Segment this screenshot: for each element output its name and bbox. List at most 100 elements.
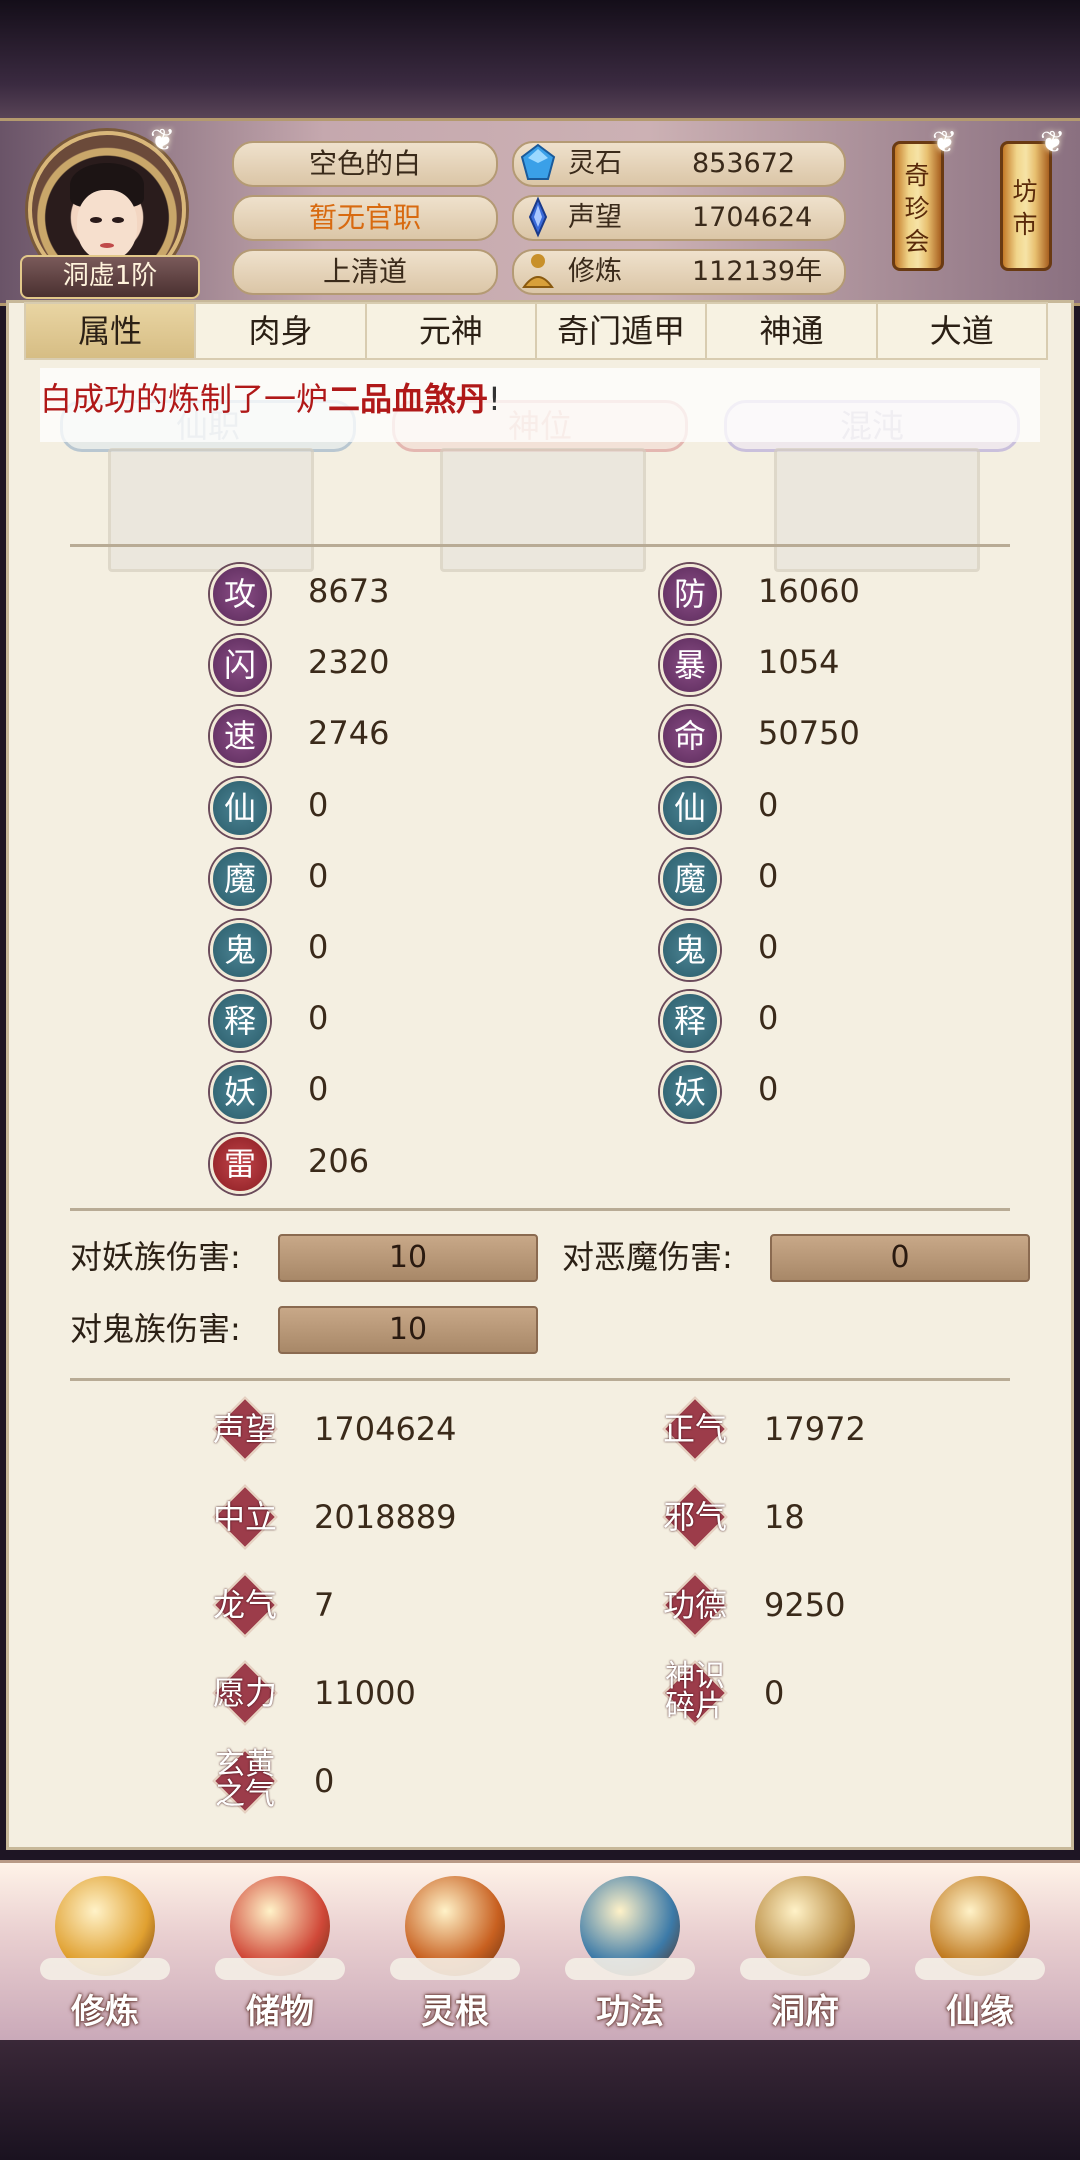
nav-label: 仙缘 xyxy=(946,1992,1014,2032)
bottom-decor-band xyxy=(0,2040,1080,2160)
nav-gourd[interactable]: 仙缘 xyxy=(905,1870,1055,2040)
tab-bar: 属性 肉身 元神 奇门遁甲 神通 大道 xyxy=(24,302,1048,360)
nav-cave-mansion[interactable]: 洞府 xyxy=(730,1870,880,2040)
reputation-resource: 声望 1704624 xyxy=(512,195,846,241)
butterfly-icon: ❦ xyxy=(932,125,958,160)
tab-great-dao[interactable]: 大道 xyxy=(878,304,1046,358)
tab-qimen-dunjia[interactable]: 奇门遁甲 xyxy=(537,304,708,358)
morality-value: 2018889 xyxy=(314,1498,457,1536)
damage-label: 对鬼族伤害: xyxy=(70,1310,241,1348)
stat-badge-right[interactable]: 妖 xyxy=(660,1062,720,1123)
cloud-decor xyxy=(915,1958,1045,1980)
nav-storage-bag[interactable]: 储物 xyxy=(205,1870,355,2040)
sect-name: 上清道 xyxy=(232,249,498,295)
stat-value: 0 xyxy=(308,1070,329,1109)
stat-value: 2320 xyxy=(308,643,390,682)
morality-badge[interactable]: 愿力 xyxy=(212,1660,278,1726)
tab-divine-powers[interactable]: 神通 xyxy=(707,304,878,358)
market-button[interactable]: 坊市 xyxy=(1000,141,1052,271)
morality-label: 中立 xyxy=(212,1498,277,1536)
stat-badge-left[interactable]: 雷 xyxy=(210,1133,270,1194)
stat-badge-left[interactable]: 妖 xyxy=(210,1062,270,1123)
stat-badge-right[interactable]: 防 xyxy=(660,564,720,624)
lantern-label: 坊市 xyxy=(1009,178,1038,244)
player-header: ❦ 洞虚1阶 空色的白 暂无官职 上清道 灵石 853672 声望 170462… xyxy=(0,118,1080,306)
morality-label: 龙气 xyxy=(212,1586,277,1624)
stat-value: 206 xyxy=(308,1141,370,1180)
morality-value: 17972 xyxy=(764,1410,866,1448)
tab-body[interactable]: 肉身 xyxy=(196,304,367,358)
butterfly-icon: ❦ xyxy=(150,123,176,158)
nav-scripture-book[interactable]: 功法 xyxy=(555,1870,705,2040)
rare-treasure-fair-button[interactable]: 奇珍会 xyxy=(892,141,944,271)
official-title[interactable]: 暂无官职 xyxy=(232,195,498,241)
morality-value: 0 xyxy=(314,1762,335,1800)
morality-badge[interactable]: 中立 xyxy=(212,1484,278,1550)
tab-attributes[interactable]: 属性 xyxy=(26,304,197,358)
morality-badge[interactable]: 玄黄之气 xyxy=(212,1748,278,1814)
morality-badge[interactable]: 声望 xyxy=(212,1396,278,1462)
divider xyxy=(70,1208,1010,1211)
stat-badge-right[interactable]: 释 xyxy=(660,991,720,1052)
stat-badge-left[interactable]: 攻 xyxy=(210,564,270,624)
stat-badge-left[interactable]: 仙 xyxy=(210,777,270,838)
damage-label: 对妖族伤害: xyxy=(70,1238,241,1276)
stat-value: 0 xyxy=(758,928,779,966)
morality-badge[interactable]: 功德 xyxy=(662,1572,728,1638)
nav-meditation[interactable]: 修炼 xyxy=(30,1870,180,2040)
notification-bar: 白成功的炼制了一炉二品血煞丹! xyxy=(40,368,1040,442)
cloud-decor xyxy=(40,1958,170,1980)
stat-value: 8673 xyxy=(308,572,390,610)
notice-item: 二品血煞丹 xyxy=(328,380,489,418)
stat-badge-right[interactable]: 暴 xyxy=(660,635,720,696)
divine-rank-slot[interactable] xyxy=(440,448,646,572)
stat-badge-left[interactable]: 释 xyxy=(210,991,270,1052)
cloud-decor xyxy=(565,1958,695,1980)
notice-suffix: ! xyxy=(488,380,501,418)
immortal-post-slot[interactable] xyxy=(108,448,314,572)
resource-value: 853672 xyxy=(692,148,796,179)
spirit-stone-icon xyxy=(520,143,556,180)
reputation-icon xyxy=(528,196,548,238)
damage-value-bar: 0 xyxy=(770,1234,1030,1282)
morality-value: 18 xyxy=(764,1498,805,1536)
chaos-slot[interactable] xyxy=(774,448,980,572)
cloud-decor xyxy=(740,1958,870,1980)
stat-badge-right[interactable]: 鬼 xyxy=(660,920,720,980)
lantern-label: 奇珍会 xyxy=(901,161,930,261)
stat-badge-right[interactable]: 魔 xyxy=(660,848,720,909)
stat-value: 0 xyxy=(308,785,329,824)
spirit-stone-resource: 灵石 853672 xyxy=(512,141,846,187)
stat-badge-right[interactable]: 命 xyxy=(660,706,720,767)
morality-badge[interactable]: 龙气 xyxy=(212,1572,278,1638)
stat-badge-right[interactable]: 仙 xyxy=(660,777,720,838)
morality-value: 9250 xyxy=(764,1586,846,1624)
stat-badge-left[interactable]: 鬼 xyxy=(210,920,270,980)
tab-primordial-spirit[interactable]: 元神 xyxy=(367,304,537,358)
butterfly-icon: ❦ xyxy=(1040,125,1066,160)
morality-label: 玄黄之气 xyxy=(215,1747,275,1812)
divider xyxy=(70,544,1010,547)
resource-label: 声望 xyxy=(568,202,622,233)
stat-badge-left[interactable]: 魔 xyxy=(210,848,270,909)
nav-spirit-root[interactable]: 灵根 xyxy=(380,1870,530,2040)
morality-badge[interactable]: 邪气 xyxy=(662,1484,728,1550)
damage-value-bar: 10 xyxy=(278,1234,538,1282)
morality-badge[interactable]: 神识碎片 xyxy=(662,1660,728,1726)
stat-value: 0 xyxy=(758,999,779,1038)
cloud-decor xyxy=(215,1958,345,1980)
morality-label: 正气 xyxy=(662,1410,727,1448)
stat-badge-left[interactable]: 速 xyxy=(210,706,270,767)
stat-badge-left[interactable]: 闪 xyxy=(210,635,270,696)
morality-value: 0 xyxy=(764,1674,785,1712)
stat-value: 16060 xyxy=(758,572,860,610)
morality-label: 愿力 xyxy=(212,1674,277,1712)
morality-label: 邪气 xyxy=(662,1498,727,1536)
realm-rank-badge: 洞虚1阶 xyxy=(20,255,200,299)
morality-value: 1704624 xyxy=(314,1410,457,1448)
morality-label: 功德 xyxy=(662,1586,727,1624)
nav-label: 储物 xyxy=(246,1992,314,2032)
nav-label: 功法 xyxy=(596,1992,664,2032)
stat-value: 0 xyxy=(308,999,329,1038)
morality-badge[interactable]: 正气 xyxy=(662,1396,728,1462)
